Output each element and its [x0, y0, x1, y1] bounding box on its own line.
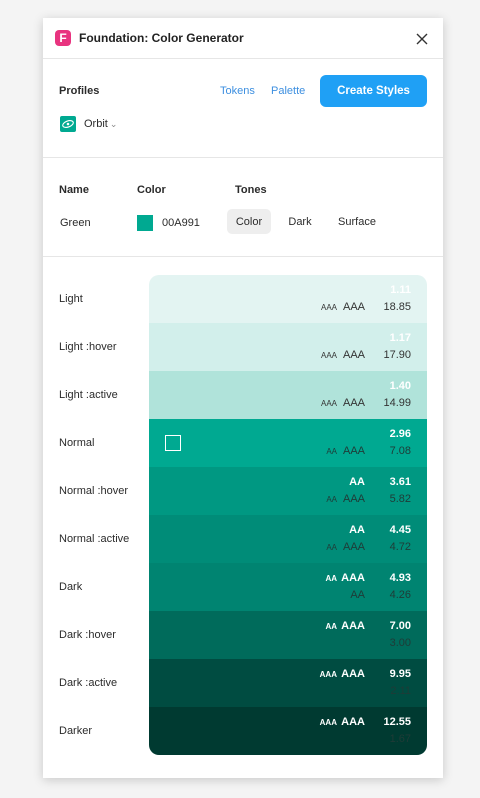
- tone-label: Dark :active: [59, 677, 118, 689]
- wcag-badge-bottom: AAA: [342, 541, 365, 553]
- orbit-icon: [60, 116, 76, 132]
- chevron-down-icon: ⌄: [109, 119, 118, 129]
- tone-swatch-row[interactable]: 4.93 AAA AA 4.26 AA: [149, 563, 427, 611]
- tab-surface[interactable]: Surface: [329, 209, 385, 234]
- contrast-ratio-top: 4.93: [389, 572, 411, 584]
- wcag-small-badge-top: AAA: [319, 718, 337, 727]
- contrast-ratio-bottom: 4.26: [389, 589, 411, 601]
- wcag-small-badge-bottom: AAA: [320, 399, 337, 408]
- wcag-badge-top: AAA: [341, 668, 365, 680]
- title-bar: F Foundation: Color Generator: [43, 18, 443, 59]
- tone-swatch-row[interactable]: 9.95 AAA AAA 2.11: [149, 659, 427, 707]
- contrast-ratio-top: 12.55: [383, 716, 411, 728]
- contrast-ratio-top: 1.40: [389, 380, 411, 392]
- tone-swatch-row[interactable]: 7.00 AAA AA 3.00: [149, 611, 427, 659]
- color-name[interactable]: Green: [60, 217, 91, 229]
- wcag-small-badge-bottom: AAA: [320, 303, 337, 312]
- wcag-badge-top: AAA: [341, 716, 365, 728]
- foundation-logo-icon: F: [55, 30, 71, 46]
- contrast-ratio-top: 3.61: [389, 476, 411, 488]
- contrast-ratio-bottom: 4.72: [389, 541, 411, 553]
- profile-select[interactable]: Orbit ⌄: [84, 118, 117, 130]
- tone-label: Darker: [59, 725, 93, 737]
- plugin-window: F Foundation: Color Generator Profiles T…: [43, 18, 443, 778]
- wcag-small-badge-bottom: AA: [326, 495, 337, 504]
- tone-label: Dark: [59, 581, 83, 593]
- contrast-ratio-top: 9.95: [389, 668, 411, 680]
- tone-swatch-row[interactable]: 2.96 7.08 AAA AA: [149, 419, 427, 467]
- contrast-ratio-bottom: 14.99: [383, 397, 411, 409]
- selected-checkbox[interactable]: [165, 435, 181, 451]
- divider: [43, 58, 443, 59]
- profiles-label: Profiles: [59, 85, 100, 97]
- contrast-ratio-bottom: 18.85: [383, 301, 411, 313]
- contrast-ratio-top: 2.96: [389, 428, 411, 440]
- wcag-badge-top: AA: [349, 476, 365, 488]
- tone-label: Light :hover: [59, 341, 117, 353]
- contrast-ratio-bottom: 2.11: [390, 685, 411, 697]
- tone-swatch-row[interactable]: 12.55 AAA AAA 1.67: [149, 707, 427, 755]
- wcag-badge-bottom: AAA: [342, 349, 365, 361]
- palette-link[interactable]: Palette: [271, 85, 305, 97]
- color-header: Color: [137, 184, 166, 196]
- contrast-ratio-top: 1.11: [390, 284, 411, 296]
- close-icon[interactable]: [413, 30, 431, 48]
- contrast-ratio-top: 7.00: [389, 620, 411, 632]
- wcag-small-badge-top: AA: [325, 622, 337, 631]
- name-header: Name: [59, 184, 89, 196]
- tones-header: Tones: [235, 184, 267, 196]
- tab-dark[interactable]: Dark: [281, 209, 319, 234]
- tokens-link[interactable]: Tokens: [220, 85, 255, 97]
- wcag-badge-top: AAA: [341, 572, 365, 584]
- tone-label: Light :active: [59, 389, 118, 401]
- wcag-badge-bottom: AAA: [342, 397, 365, 409]
- contrast-ratio-bottom: 7.08: [389, 445, 411, 457]
- tone-swatch-row[interactable]: 4.45 AA 4.72 AAA AA: [149, 515, 427, 563]
- tone-swatch-row[interactable]: 1.40 14.99 AAA AAA: [149, 371, 427, 419]
- wcag-badge-bottom: AAA: [342, 301, 365, 313]
- profile-name: Orbit: [84, 118, 108, 130]
- wcag-small-badge-bottom: AAA: [320, 351, 337, 360]
- divider: [43, 157, 443, 158]
- contrast-ratio-bottom: 17.90: [383, 349, 411, 361]
- contrast-ratio-top: 1.17: [389, 332, 411, 344]
- wcag-small-badge-top: AAA: [319, 670, 337, 679]
- wcag-small-badge-top: AA: [325, 574, 337, 583]
- wcag-badge-bottom: AAA: [342, 445, 365, 457]
- tone-swatches: 1.11 18.85 AAA AAA 1.17 17.90 AAA AAA 1.40 14.99 A…: [149, 275, 427, 755]
- tone-label: Light: [59, 293, 83, 305]
- create-styles-button[interactable]: Create Styles: [320, 75, 427, 107]
- color-swatch[interactable]: [137, 215, 153, 231]
- tone-swatch-row[interactable]: 1.17 17.90 AAA AAA: [149, 323, 427, 371]
- tone-label: Dark :hover: [59, 629, 116, 641]
- wcag-small-badge-bottom: AA: [326, 447, 337, 456]
- contrast-ratio-bottom: 1.67: [389, 733, 411, 745]
- divider: [43, 256, 443, 257]
- window-title: Foundation: Color Generator: [79, 31, 244, 45]
- wcag-badge-top: AA: [349, 524, 365, 536]
- color-hex[interactable]: 00A991: [162, 217, 200, 229]
- wcag-badge-top: AAA: [341, 620, 365, 632]
- tab-color[interactable]: Color: [227, 209, 271, 234]
- wcag-badge-bottom: AA: [350, 589, 365, 601]
- wcag-small-badge-bottom: AA: [326, 543, 337, 552]
- tone-label: Normal :active: [59, 533, 130, 545]
- contrast-ratio-bottom: 5.82: [389, 493, 411, 505]
- tone-swatch-row[interactable]: 1.11 18.85 AAA AAA: [149, 275, 427, 323]
- tone-label: Normal: [59, 437, 95, 449]
- contrast-ratio-bottom: 3.00: [389, 637, 411, 649]
- wcag-badge-bottom: AAA: [342, 493, 365, 505]
- contrast-ratio-top: 4.45: [389, 524, 411, 536]
- tone-label: Normal :hover: [59, 485, 129, 497]
- tone-swatch-row[interactable]: 3.61 AA 5.82 AAA AA: [149, 467, 427, 515]
